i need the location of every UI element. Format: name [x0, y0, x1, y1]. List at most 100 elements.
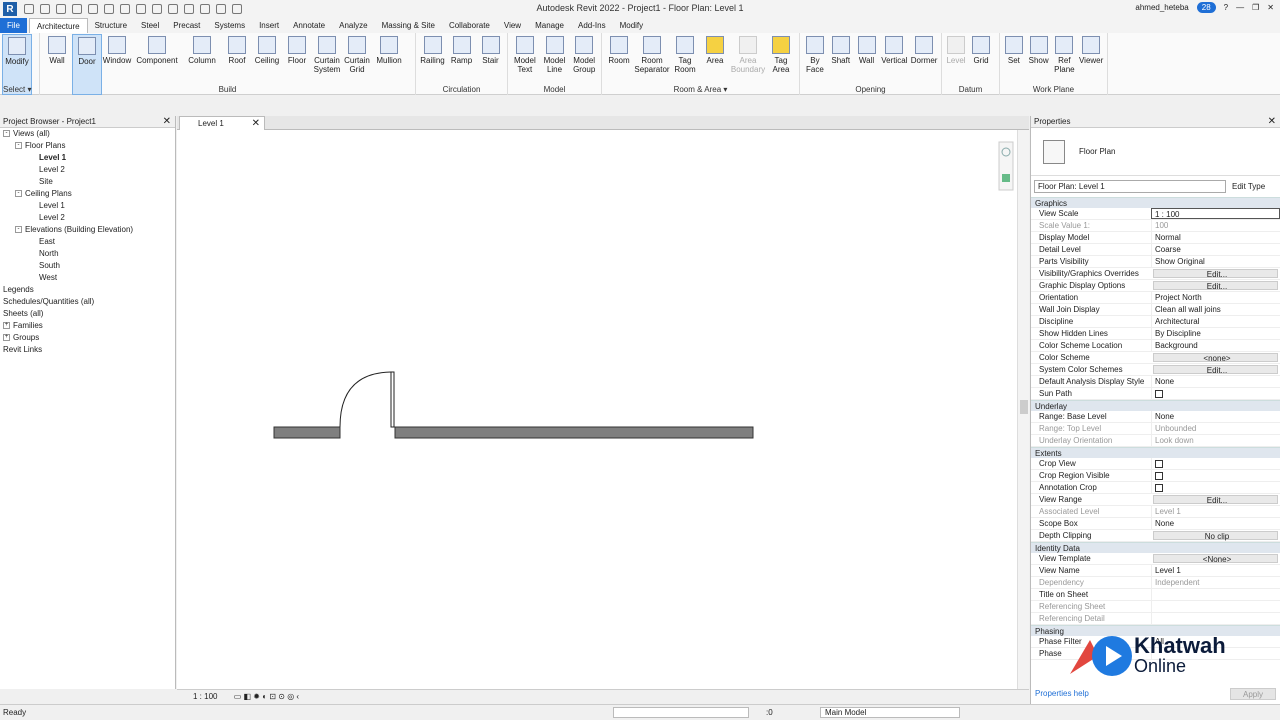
checkbox[interactable] — [1155, 472, 1163, 480]
property-value[interactable] — [1151, 388, 1280, 399]
visual-style-icon[interactable]: ◧ — [244, 692, 252, 701]
tab-manage[interactable]: Manage — [528, 18, 571, 33]
property-value[interactable]: Background — [1151, 340, 1280, 351]
navigation-bar[interactable] — [998, 141, 1014, 191]
vertical-scrollbar[interactable] — [1017, 130, 1029, 689]
browser-item[interactable]: + Groups — [0, 332, 175, 344]
drawing-canvas[interactable] — [177, 130, 1017, 689]
tab-file[interactable]: File — [0, 18, 27, 33]
help-icon[interactable]: ? — [1224, 3, 1228, 12]
browser-item[interactable]: South — [0, 260, 175, 272]
zoom-icon[interactable] — [1002, 174, 1010, 182]
close-icon[interactable]: ✕ — [1268, 116, 1276, 128]
property-value[interactable]: By Discipline — [1151, 328, 1280, 339]
property-value[interactable] — [1151, 458, 1280, 469]
browser-item[interactable]: Revit Links — [0, 344, 175, 356]
property-group-header[interactable]: Identity Data — [1031, 542, 1280, 553]
browser-item[interactable]: - Views (all) — [0, 128, 175, 140]
tree-toggle-icon[interactable]: - — [15, 142, 22, 150]
property-value[interactable]: Level 1 — [1151, 565, 1280, 576]
instance-dropdown[interactable]: Floor Plan: Level 1 — [1034, 180, 1226, 193]
property-value[interactable]: No clip — [1153, 531, 1278, 541]
tab-collaborate[interactable]: Collaborate — [442, 18, 497, 33]
browser-item[interactable]: Level 1 — [0, 200, 175, 212]
browser-item[interactable]: Level 1 — [0, 152, 175, 164]
property-value[interactable]: None — [1151, 518, 1280, 529]
property-value[interactable]: Coarse — [1151, 244, 1280, 255]
close-button[interactable]: ✕ — [1267, 3, 1274, 12]
browser-item[interactable]: Schedules/Quantities (all) — [0, 296, 175, 308]
browser-item[interactable]: Sheets (all) — [0, 308, 175, 320]
hide-isolate-icon[interactable]: ⊙ — [278, 692, 285, 701]
design-option-dropdown[interactable]: Main Model — [820, 707, 960, 718]
property-group-header[interactable]: Graphics — [1031, 197, 1280, 208]
detail-level-icon[interactable]: ▭ — [234, 692, 242, 701]
maximize-button[interactable]: ❐ — [1252, 3, 1259, 12]
select-panel-title[interactable]: Select ▾ — [0, 85, 39, 94]
tab-analyze[interactable]: Analyze — [332, 18, 374, 33]
shadows-icon[interactable]: ◐ — [262, 692, 267, 701]
reveal-hidden-icon[interactable]: ◎ — [287, 692, 294, 701]
tab-structure[interactable]: Structure — [88, 18, 134, 33]
browser-item[interactable]: - Elevations (Building Elevation) — [0, 224, 175, 236]
tab-insert[interactable]: Insert — [252, 18, 286, 33]
property-value[interactable]: None — [1151, 411, 1280, 422]
tab-view[interactable]: View — [497, 18, 528, 33]
tree-toggle-icon[interactable]: - — [15, 226, 22, 234]
tree-toggle-icon[interactable]: + — [3, 322, 10, 330]
scroll-thumb[interactable] — [1020, 400, 1028, 414]
property-value[interactable]: Edit... — [1153, 495, 1278, 505]
view-scale[interactable]: 1 : 100 — [193, 692, 217, 701]
checkbox[interactable] — [1155, 390, 1163, 398]
browser-item[interactable]: Site — [0, 176, 175, 188]
checkbox[interactable] — [1155, 460, 1163, 468]
tab-annotate[interactable]: Annotate — [286, 18, 332, 33]
tree-toggle-icon[interactable]: - — [15, 190, 22, 198]
property-value[interactable]: <none> — [1153, 353, 1278, 363]
tab-architecture[interactable]: Architecture — [28, 18, 88, 33]
wall-segment-right[interactable] — [394, 426, 754, 439]
property-value[interactable]: Show Original — [1151, 256, 1280, 267]
scroll-left-icon[interactable]: ‹ — [296, 692, 299, 701]
tab-steel[interactable]: Steel — [134, 18, 166, 33]
browser-item[interactable]: North — [0, 248, 175, 260]
crop-icon[interactable]: ⊡ — [269, 692, 276, 701]
browser-item[interactable]: Legends — [0, 284, 175, 296]
tab-massing-site[interactable]: Massing & Site — [375, 18, 442, 33]
tab-add-ins[interactable]: Add-Ins — [571, 18, 613, 33]
browser-item[interactable]: East — [0, 236, 175, 248]
property-value[interactable]: 1 : 100 — [1151, 208, 1280, 219]
tab-modify[interactable]: Modify — [613, 18, 651, 33]
tree-toggle-icon[interactable]: - — [3, 130, 10, 138]
property-value[interactable]: Normal — [1151, 232, 1280, 243]
property-value[interactable]: Edit... — [1153, 269, 1278, 279]
property-value[interactable]: Project North — [1151, 292, 1280, 303]
wall-segment-left[interactable] — [273, 426, 341, 439]
tab-precast[interactable]: Precast — [166, 18, 207, 33]
property-value[interactable]: None — [1151, 376, 1280, 387]
type-selector[interactable]: Floor Plan — [1031, 128, 1280, 176]
checkbox[interactable] — [1155, 484, 1163, 492]
sun-path-icon[interactable]: ✹ — [253, 692, 260, 701]
close-icon[interactable]: ✕ — [252, 117, 260, 130]
browser-item[interactable]: Level 2 — [0, 164, 175, 176]
property-value[interactable] — [1151, 482, 1280, 493]
property-value[interactable]: Architectural — [1151, 316, 1280, 327]
edit-type-button[interactable]: Edit Type — [1232, 182, 1265, 191]
property-value[interactable]: Edit... — [1153, 281, 1278, 291]
notification-badge[interactable]: 28 — [1196, 2, 1216, 13]
browser-item[interactable]: - Ceiling Plans — [0, 188, 175, 200]
browser-item[interactable]: West — [0, 272, 175, 284]
tree-toggle-icon[interactable]: + — [3, 334, 10, 342]
tab-level-1[interactable]: Level 1 ✕ — [179, 116, 265, 130]
property-group-header[interactable]: Extents — [1031, 447, 1280, 458]
property-value[interactable]: Edit... — [1153, 365, 1278, 375]
room-area-panel-title[interactable]: Room & Area ▾ — [602, 85, 799, 94]
properties-help-link[interactable]: Properties help — [1035, 689, 1089, 698]
property-value[interactable] — [1151, 589, 1280, 600]
property-group-header[interactable]: Underlay — [1031, 400, 1280, 411]
door-leaf[interactable] — [390, 371, 395, 428]
workset-dropdown[interactable] — [613, 707, 749, 718]
property-value[interactable]: Clean all wall joins — [1151, 304, 1280, 315]
browser-item[interactable]: Level 2 — [0, 212, 175, 224]
